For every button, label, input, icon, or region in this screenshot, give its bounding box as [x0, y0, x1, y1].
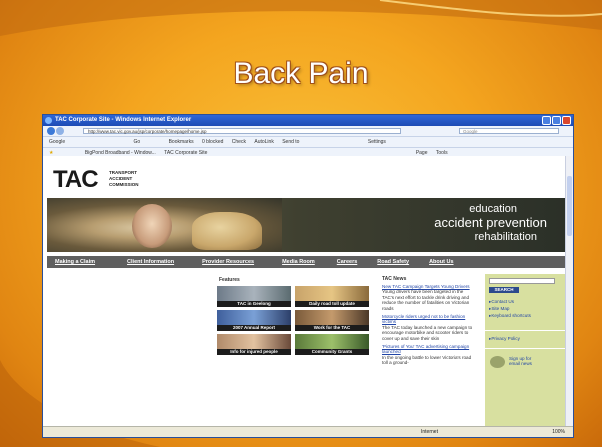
menu-item[interactable]: Careers — [337, 259, 358, 265]
toolbar-item[interactable]: Bookmarks — [169, 137, 194, 147]
news-heading: TAC News — [382, 276, 407, 282]
features-heading: Features — [219, 277, 240, 283]
site-search-button[interactable]: SEARCH — [489, 287, 519, 293]
back-icon[interactable] — [47, 126, 55, 135]
feature-tile[interactable]: TAC in Geelong — [217, 286, 291, 307]
toolbar-item[interactable]: Google — [49, 137, 65, 147]
toolbar-item[interactable]: Go — [134, 137, 141, 147]
zoom-level[interactable]: 100% — [552, 427, 565, 437]
forward-icon[interactable] — [56, 126, 64, 135]
menu-item[interactable]: Media Room — [282, 259, 315, 265]
news-link[interactable]: 'Pictures of You' TAC advertising campai… — [382, 344, 469, 354]
site-sidebar: SEARCH Contact Us Site Map Keyboard shor… — [485, 274, 565, 428]
tac-website: TAC TRANSPORT ACCIDENT COMMISSION educat… — [43, 156, 573, 428]
signup-link[interactable]: Sign up for email news — [509, 356, 532, 367]
news-link[interactable]: New TAC Campaign Targets Young Drivers — [382, 284, 470, 289]
menu-item[interactable]: About Us — [429, 259, 453, 265]
sidebar-link[interactable]: Site Map — [489, 305, 531, 312]
news-text: In the ongoing battle to lower Victoria'… — [382, 354, 472, 366]
news-text: The TAC today launched a new campaign to… — [382, 324, 473, 341]
news-text: Young drivers have been targeted in the … — [382, 289, 470, 311]
search-input[interactable]: Google — [459, 128, 559, 134]
feature-tile[interactable]: Community Grants — [295, 334, 369, 355]
maximize-icon[interactable] — [552, 116, 561, 125]
sidebar-divider — [485, 330, 565, 331]
menu-item[interactable]: Provider Resources — [202, 259, 254, 265]
address-toolbar: http://www.tac.vic.gov.au/jsp/corporate/… — [43, 126, 573, 137]
sidebar-link[interactable]: Contact Us — [489, 298, 531, 305]
ie-logo-icon — [45, 117, 52, 124]
scrollbar-thumb[interactable] — [567, 176, 572, 236]
toolbar-item[interactable]: Check — [232, 137, 246, 147]
vertical-scrollbar[interactable] — [565, 156, 573, 428]
sidebar-link[interactable]: Keyboard shortcuts — [489, 312, 531, 319]
toolbar-item[interactable]: 0 blocked — [202, 137, 223, 147]
browser-window: TAC Corporate Site - Windows Internet Ex… — [42, 114, 574, 438]
window-controls — [542, 116, 571, 125]
slide-title: Back Pain — [233, 57, 369, 90]
google-toolbar: Google Go Bookmarks 0 blocked Check Auto… — [43, 137, 573, 148]
feature-tile[interactable]: Info for injured people — [217, 334, 291, 355]
status-zone: Internet — [421, 429, 438, 435]
hero-dog — [192, 212, 262, 250]
window-titlebar: TAC Corporate Site - Windows Internet Ex… — [43, 115, 573, 126]
minimize-icon[interactable] — [542, 116, 551, 125]
site-menu: Making a Claim Client Information Provid… — [47, 256, 567, 268]
menu-item[interactable]: Making a Claim — [55, 259, 95, 265]
toolbar-item[interactable]: Send to — [282, 137, 299, 147]
news-item: 'Pictures of You' TAC advertising campai… — [382, 344, 474, 366]
hero-tagline: education accident prevention rehabilita… — [434, 203, 547, 243]
hero-banner: education accident prevention rehabilita… — [47, 198, 567, 252]
close-icon[interactable] — [562, 116, 571, 125]
feature-tile[interactable]: 2007 Annual Report — [217, 310, 291, 331]
privacy-link[interactable]: Privacy Policy — [489, 336, 520, 342]
news-list: New TAC Campaign Targets Young Drivers Y… — [382, 284, 474, 369]
toolbar-item[interactable]: AutoLink — [254, 137, 273, 147]
feature-tile[interactable]: Daily road toll update — [295, 286, 369, 307]
email-icon — [490, 356, 505, 368]
features-grid: TAC in Geelong Daily road toll update 20… — [217, 286, 369, 376]
window-title: TAC Corporate Site - Windows Internet Ex… — [55, 117, 192, 123]
menu-item[interactable]: Client Information — [127, 259, 174, 265]
feature-tile[interactable]: Work for the TAC — [295, 310, 369, 331]
sidebar-links: Contact Us Site Map Keyboard shortcuts — [489, 298, 531, 319]
status-bar: Internet 100% — [43, 426, 573, 437]
toolbar-item[interactable]: Settings — [368, 137, 386, 147]
news-item: New TAC Campaign Targets Young Drivers Y… — [382, 284, 474, 311]
site-search-input[interactable] — [489, 278, 555, 284]
tac-logo[interactable]: TAC — [53, 166, 99, 194]
sidebar-divider — [485, 348, 565, 349]
menu-item[interactable]: Road Safety — [377, 259, 409, 265]
news-item: Motorcycle riders urged not to be fashio… — [382, 314, 474, 341]
tac-logo-subtitle: TRANSPORT ACCIDENT COMMISSION — [109, 170, 139, 187]
news-link[interactable]: Motorcycle riders urged not to be fashio… — [382, 314, 465, 324]
hero-person — [132, 204, 172, 248]
address-bar[interactable]: http://www.tac.vic.gov.au/jsp/corporate/… — [83, 128, 401, 134]
